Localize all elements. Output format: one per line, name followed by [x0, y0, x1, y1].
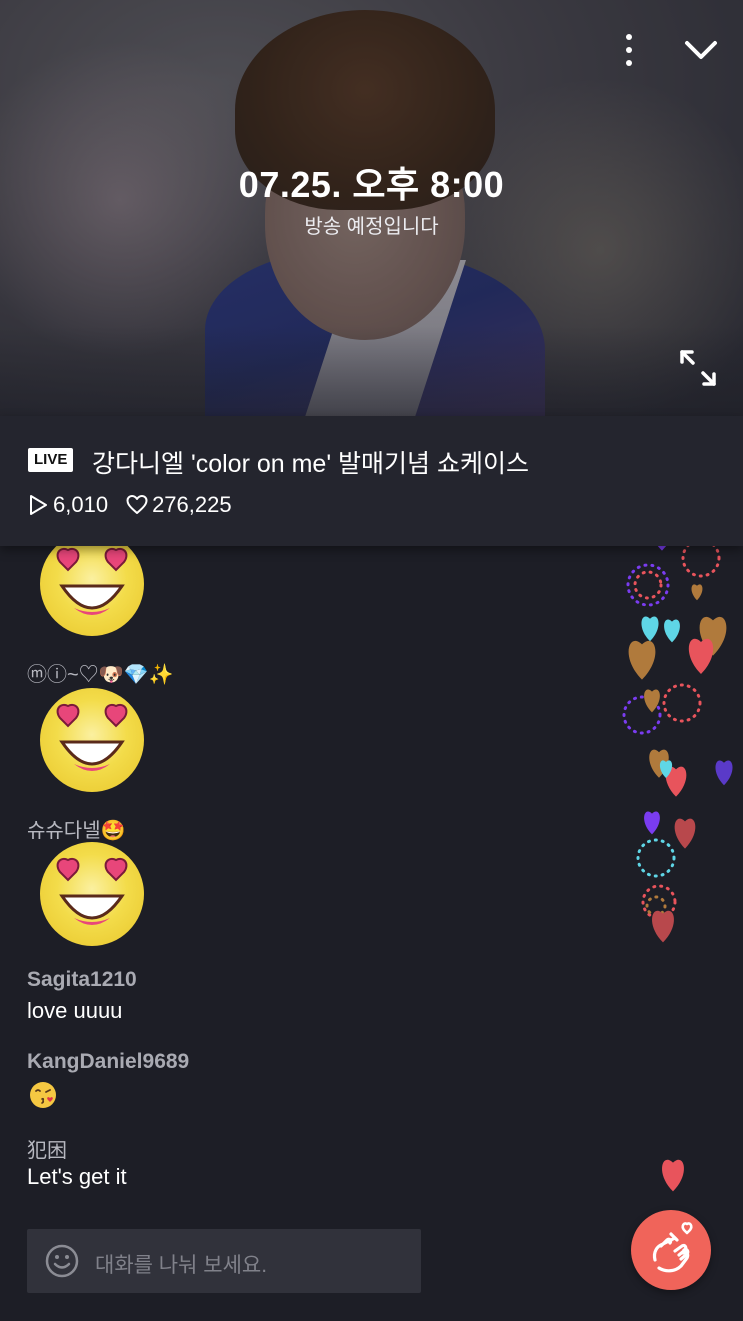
chat-message-text: love uuuu [27, 998, 123, 1023]
heart-outline-icon [126, 495, 148, 514]
chat-list[interactable]: ⓜⓘ~♡🐶💎✨ 슈슈다넬🤩 Sagita1210 love uuuu KangD… [0, 546, 600, 1226]
heart-eyes-sticker [40, 688, 144, 792]
chat-message-text: Let's get it [27, 1164, 127, 1189]
broadcast-info-panel [0, 416, 743, 546]
schedule-subtitle: 방송 예정입니다 [304, 216, 439, 238]
smile-icon[interactable] [45, 1244, 79, 1278]
play-count: 6,010 [53, 492, 109, 517]
finger-heart-button[interactable] [631, 1210, 711, 1290]
live-badge: LIVE [28, 448, 74, 472]
broadcast-stats: 6,010 276,225 [27, 490, 232, 520]
expand-icon[interactable] [678, 348, 718, 388]
heart-eyes-sticker [40, 842, 144, 946]
chat-input-placeholder: 대화를 나눠 보세요. [95, 1254, 268, 1277]
finger-heart-icon [652, 1222, 693, 1273]
floating-hearts [600, 500, 743, 1220]
like-count: 276,225 [152, 492, 232, 517]
thumbnail-fade [0, 326, 743, 416]
chevron-down-icon[interactable] [683, 32, 719, 68]
chat-username[interactable]: 犯困 [27, 1134, 67, 1163]
chat-username[interactable]: Sagita1210 [27, 968, 137, 992]
chat-input[interactable]: 대화를 나눠 보세요. [27, 1229, 421, 1293]
heart-eyes-sticker [40, 546, 144, 636]
more-vertical-icon[interactable] [615, 32, 643, 68]
play-icon [30, 495, 47, 515]
broadcast-title: 강다니엘 'color on me' 발매기념 쇼케이스 [92, 450, 529, 478]
kissing-face-emoji [30, 1082, 56, 1108]
video-player[interactable]: 07.25. 오후 8:00 방송 예정입니다 [0, 0, 743, 416]
chat-username[interactable]: 슈슈다넬🤩 [27, 814, 126, 843]
chat-username[interactable]: KangDaniel9689 [27, 1050, 189, 1074]
chat-username[interactable]: ⓜⓘ~♡🐶💎✨ [27, 658, 173, 687]
schedule-time: 07.25. 오후 8:00 [238, 164, 505, 205]
